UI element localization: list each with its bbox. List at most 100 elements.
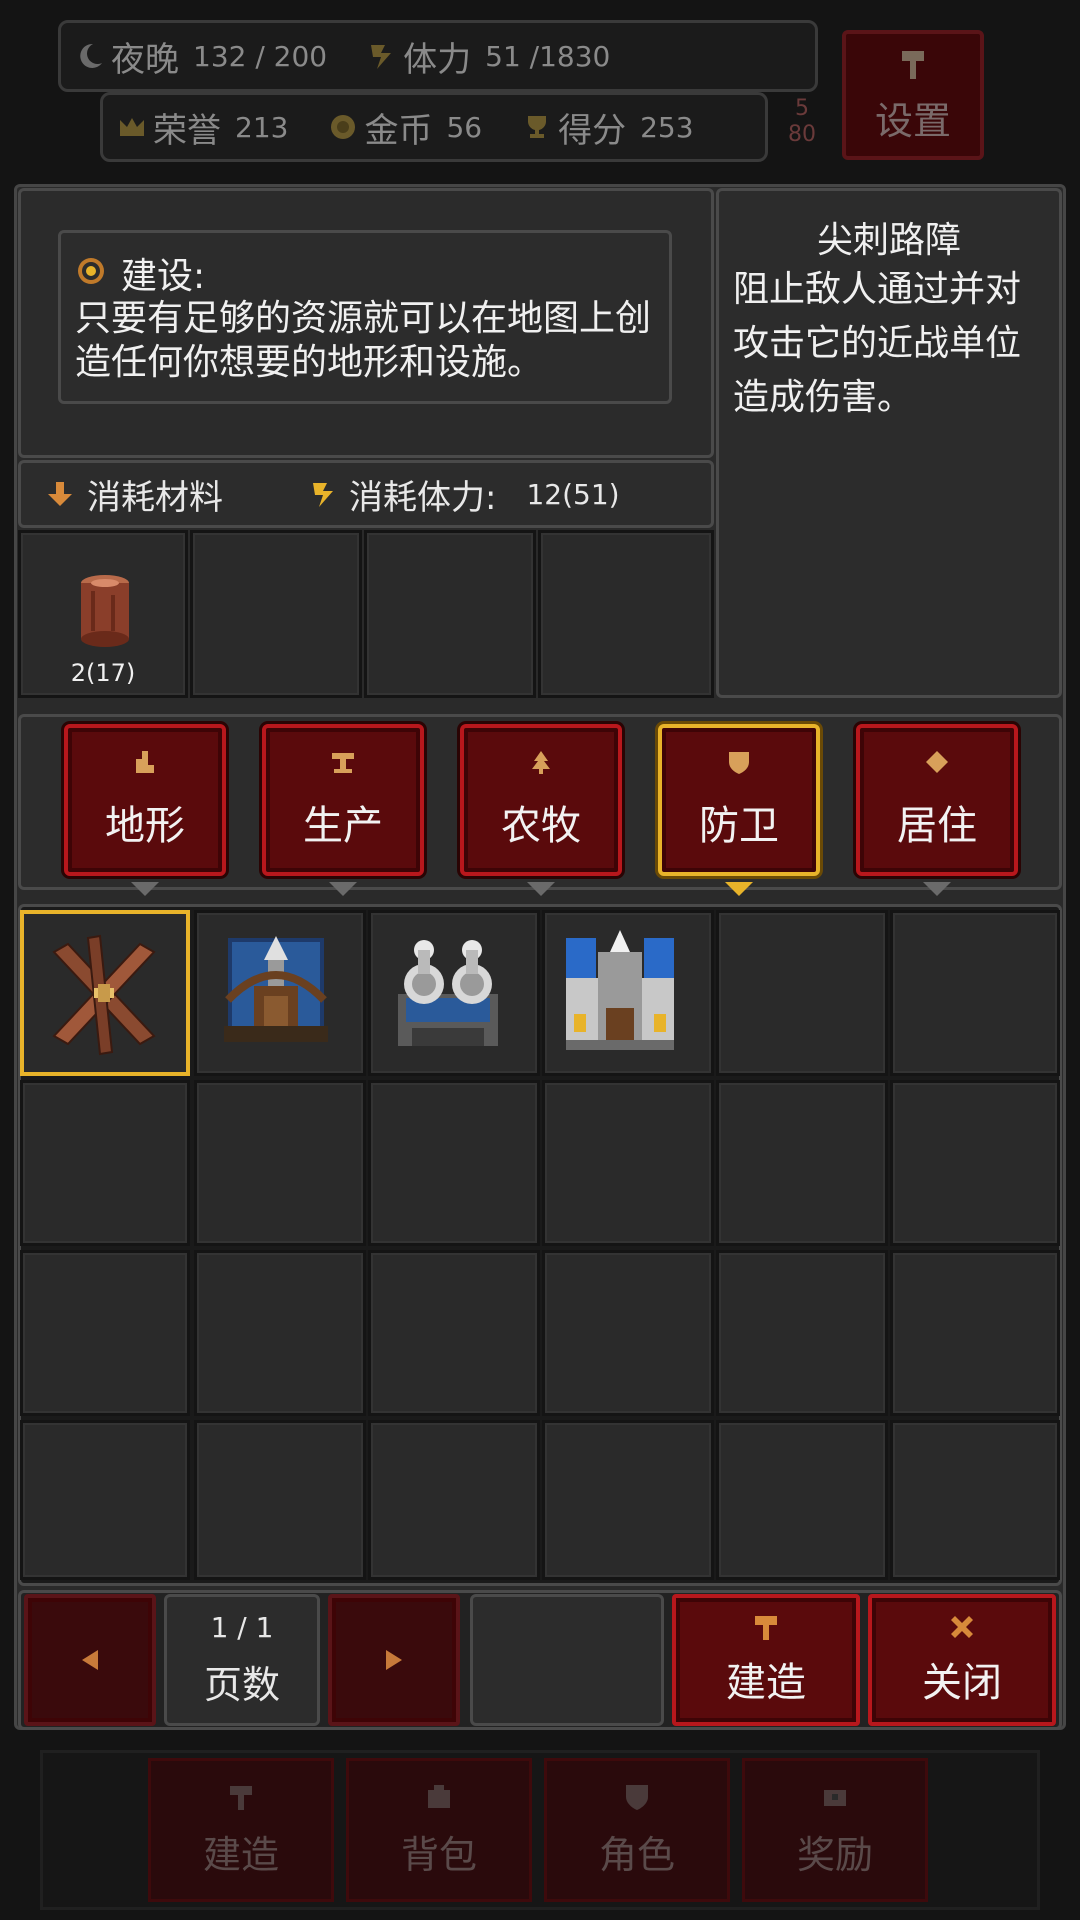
grid-cells xyxy=(18,904,1062,1586)
triangle-right-icon xyxy=(386,1650,402,1670)
settings-label: 设置 xyxy=(874,98,951,143)
tab-arrow xyxy=(527,882,555,896)
nav-reward[interactable]: 奖励 xyxy=(742,1758,928,1902)
lightning-icon xyxy=(367,41,397,71)
page-label: 页数 xyxy=(203,1663,280,1707)
hammer-icon xyxy=(230,1785,252,1810)
info-heading: 建设: xyxy=(121,256,206,297)
material-slot[interactable] xyxy=(190,530,362,698)
tab-defense[interactable]: 防卫 xyxy=(658,724,820,876)
building-slot-empty[interactable] xyxy=(194,1420,366,1580)
fortress-icon xyxy=(562,928,678,1056)
honor-value: 213 xyxy=(235,110,289,144)
hammer-icon xyxy=(896,46,930,90)
stamina-cost-label: 消耗体力: xyxy=(349,477,497,518)
building-slot-empty[interactable] xyxy=(194,1080,366,1246)
nav-reward-label: 奖励 xyxy=(796,1832,873,1877)
cannon-tower-icon xyxy=(386,928,510,1054)
tab-farming[interactable]: 农牧 xyxy=(460,724,622,876)
side-num-2: 80 xyxy=(788,122,816,147)
close-icon xyxy=(951,1616,973,1638)
prev-page-button[interactable] xyxy=(24,1594,156,1726)
building-slot-empty[interactable] xyxy=(20,1250,190,1416)
tab-arrow-active xyxy=(725,882,753,896)
nav-build[interactable]: 建造 xyxy=(148,1758,334,1902)
info-box: 建设: 只要有足够的资源就可以在地图上创造任何你想要的地形和设施。 xyxy=(58,230,672,404)
hammer-icon xyxy=(755,1616,777,1640)
material-slot[interactable]: 2(17) xyxy=(18,530,188,698)
tab-label: 农牧 xyxy=(501,803,581,849)
building-slot-empty[interactable] xyxy=(716,1420,888,1580)
material-slot[interactable] xyxy=(538,530,714,698)
resource-bar: 荣誉 213 金币 56 得分 253 xyxy=(100,92,768,162)
building-slot-empty[interactable] xyxy=(368,1420,540,1580)
triangle-left-icon xyxy=(82,1650,98,1670)
arrow-down-icon xyxy=(45,479,75,509)
target-icon xyxy=(75,255,107,287)
gold-label: 金币 xyxy=(364,110,433,151)
ballista-icon xyxy=(214,930,338,1054)
building-slot-empty[interactable] xyxy=(368,1250,540,1416)
gold-value: 56 xyxy=(446,110,483,144)
tab-arrow xyxy=(131,882,159,896)
house-icon xyxy=(926,751,948,773)
building-slot-empty[interactable] xyxy=(890,910,1060,1076)
building-slot-empty[interactable] xyxy=(890,1080,1060,1246)
night-label: 夜晚 xyxy=(111,39,179,80)
tab-label: 地形 xyxy=(105,803,185,849)
anvil-icon xyxy=(332,753,354,773)
tab-terrain[interactable]: 地形 xyxy=(64,724,226,876)
nav-role-label: 角色 xyxy=(598,1832,675,1877)
honor-label: 荣誉 xyxy=(153,110,221,151)
building-slot-empty[interactable] xyxy=(716,910,888,1076)
moon-icon xyxy=(75,41,105,71)
empty-slot xyxy=(470,1594,664,1726)
build-label: 建造 xyxy=(726,1660,806,1706)
material-slot[interactable] xyxy=(364,530,536,698)
building-slot-empty[interactable] xyxy=(890,1420,1060,1580)
building-slot-empty[interactable] xyxy=(716,1080,888,1246)
close-label: 关闭 xyxy=(922,1660,1002,1706)
shield-icon xyxy=(626,1784,648,1810)
tab-housing[interactable]: 居住 xyxy=(856,724,1018,876)
nav-build-label: 建造 xyxy=(202,1832,279,1877)
next-page-button[interactable] xyxy=(328,1594,460,1726)
trophy-icon xyxy=(522,112,552,142)
score-label: 得分 xyxy=(558,110,627,151)
cost-row: 消耗材料 消耗体力: 12(51) xyxy=(18,460,714,528)
tab-production[interactable]: 生产 xyxy=(262,724,424,876)
terrain-icon xyxy=(136,751,154,773)
item-detail-panel: 尖刺路障 阻止敌人通过并对攻击它的近战单位造成伤害。 xyxy=(716,188,1062,698)
stamina-value: 51 /1830 xyxy=(485,39,611,73)
spike-barricade-icon xyxy=(42,932,166,1056)
tab-label: 居住 xyxy=(897,803,977,849)
shield-icon xyxy=(729,752,749,774)
building-slot-empty[interactable] xyxy=(368,1080,540,1246)
wood-log-icon xyxy=(77,573,133,649)
lightning-icon xyxy=(309,479,339,509)
building-slot-empty[interactable] xyxy=(716,1250,888,1416)
building-slot-empty[interactable] xyxy=(542,1420,714,1580)
item-description: 阻止敌人通过并对攻击它的近战单位造成伤害。 xyxy=(733,269,1022,418)
nav-role[interactable]: 角色 xyxy=(544,1758,730,1902)
night-bar: 夜晚 132 / 200 体力 51 /1830 xyxy=(58,20,818,92)
building-slot-empty[interactable] xyxy=(20,1420,190,1580)
score-value: 253 xyxy=(640,110,694,144)
crown-icon xyxy=(117,112,147,142)
stamina-cost-value: 12(51) xyxy=(526,477,620,511)
building-slot-empty[interactable] xyxy=(20,1080,190,1246)
build-button[interactable]: 建造 xyxy=(672,1594,860,1726)
close-button[interactable]: 关闭 xyxy=(868,1594,1056,1726)
building-slot-empty[interactable] xyxy=(542,1080,714,1246)
tab-arrow xyxy=(923,882,951,896)
nav-bag[interactable]: 背包 xyxy=(346,1758,532,1902)
settings-button[interactable]: 设置 xyxy=(842,30,984,160)
building-slot-empty[interactable] xyxy=(890,1250,1060,1416)
building-slot-empty[interactable] xyxy=(194,1250,366,1416)
page-value: 1 / 1 xyxy=(210,1611,274,1644)
coin-icon xyxy=(328,112,358,142)
bag-icon xyxy=(428,1784,450,1808)
chest-icon xyxy=(824,1789,846,1806)
building-slot-empty[interactable] xyxy=(542,1250,714,1416)
nav-bag-label: 背包 xyxy=(400,1832,477,1877)
